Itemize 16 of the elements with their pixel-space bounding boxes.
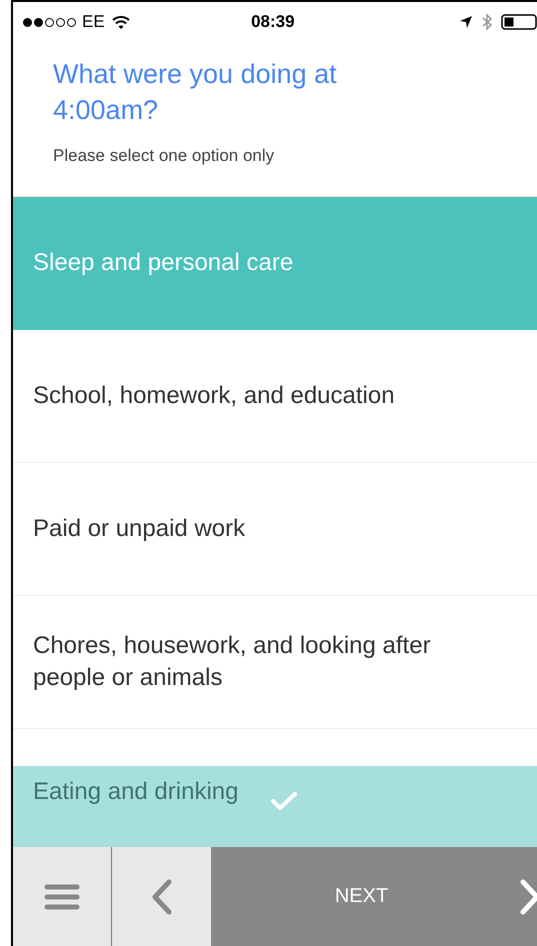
status-time: 08:39 bbox=[251, 12, 295, 32]
location-arrow-icon bbox=[459, 15, 473, 29]
question-title: What were you doing at 4:00am? bbox=[53, 58, 338, 127]
menu-button[interactable] bbox=[13, 847, 112, 946]
menu-icon bbox=[44, 884, 80, 910]
confirmation-label: Eating and drinking bbox=[33, 778, 238, 806]
check-icon bbox=[270, 790, 298, 812]
wifi-icon bbox=[110, 14, 131, 30]
battery-icon bbox=[501, 13, 537, 31]
chevron-right-icon bbox=[519, 879, 537, 915]
chevron-left-icon bbox=[150, 878, 172, 914]
back-button[interactable] bbox=[112, 847, 211, 946]
instruction-text: Please select one option only bbox=[53, 146, 276, 166]
bluetooth-icon bbox=[481, 13, 493, 31]
next-button[interactable]: NEXT bbox=[211, 847, 537, 946]
carrier-name: EE bbox=[82, 12, 105, 32]
